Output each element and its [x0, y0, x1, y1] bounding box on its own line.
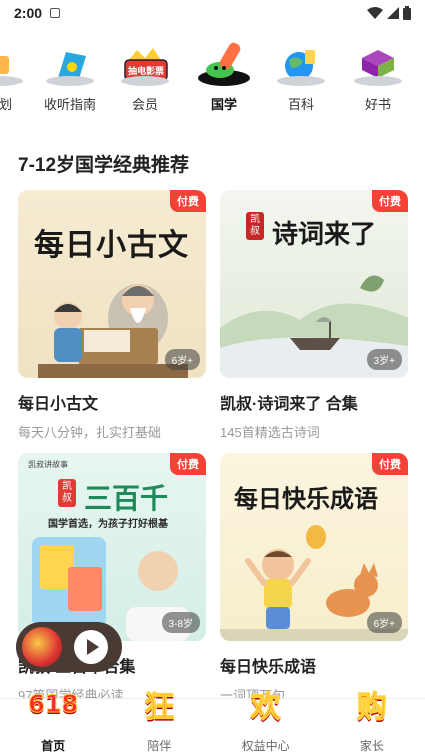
encyclopedia-icon	[271, 38, 331, 88]
nav-item-benefits[interactable]: 欢 权益中心	[213, 690, 319, 755]
content-card[interactable]: 每日快乐成语 付费 6岁+ 每日快乐成语 一词顶万句	[220, 453, 408, 704]
age-badge: 6岁+	[164, 349, 200, 370]
category-item-member[interactable]: 抽电影票 会员	[108, 38, 182, 113]
status-icons	[367, 6, 411, 20]
paid-badge: 付费	[170, 190, 206, 212]
category-nav: 计划 收听指南 抽电影票 会员 国学 百科 好书	[0, 38, 425, 116]
section-title: 7-12岁国学经典推荐	[18, 155, 190, 176]
age-badge: 3-8岁	[161, 612, 200, 633]
category-label: 国学	[210, 97, 237, 112]
cover-subtitle: 国学首选，为孩子打好根基	[48, 519, 168, 530]
paid-badge: 付费	[372, 453, 408, 475]
nav-label: 家长	[359, 739, 384, 753]
home-618-icon: 618	[28, 690, 79, 719]
sinology-icon	[194, 38, 254, 88]
card-title[interactable]: 每日快乐成语	[220, 653, 408, 677]
bottom-nav: 618 首页 狂 陪伴 欢 权益中心 购 家长	[0, 690, 425, 755]
nav-label: 首页	[41, 739, 66, 753]
parents-icon: 购	[356, 690, 387, 726]
listen-guide-icon	[40, 38, 100, 88]
card-cover[interactable]: 每日小古文 付费 6岁+	[18, 190, 206, 378]
signal-icon	[387, 7, 399, 19]
card-title[interactable]: 每日小古文	[18, 390, 206, 414]
category-label: 计划	[0, 97, 12, 112]
player-cover-art[interactable]	[22, 627, 62, 667]
status-bar: 2:00	[0, 0, 425, 26]
nav-item-parents[interactable]: 购 家长	[319, 690, 425, 755]
cover-title: 每日小古文	[34, 228, 189, 263]
status-time: 2:00	[14, 5, 43, 21]
wifi-icon	[367, 7, 383, 19]
content-card[interactable]: 每日小古文 付费 6岁+ 每日小古文 每天八分钟，扎实打基础	[18, 190, 206, 441]
card-description: 145首精选古诗词	[220, 425, 320, 440]
companion-icon: 狂	[144, 690, 175, 726]
cover-tag: 凯叔	[58, 479, 76, 507]
battery-icon	[403, 6, 411, 20]
age-badge: 3岁+	[366, 349, 402, 370]
category-item-encyclopedia[interactable]: 百科	[264, 38, 338, 113]
paid-badge: 付费	[170, 453, 206, 475]
card-description: 每天八分钟，扎实打基础	[18, 425, 162, 440]
card-cover[interactable]: 凯叔讲故事 凯叔 三百千 国学首选，为孩子打好根基 付费 3-8岁	[18, 453, 206, 641]
category-item-listen-guide[interactable]: 收听指南	[33, 38, 107, 113]
plan-icon	[0, 38, 29, 88]
benefits-icon: 欢	[250, 690, 281, 726]
mini-player[interactable]	[16, 622, 122, 672]
good-books-icon	[348, 38, 408, 88]
cover-tag: 凯叔	[246, 212, 264, 240]
nav-item-companion[interactable]: 狂 陪伴	[106, 690, 212, 755]
notification-icon	[50, 8, 61, 18]
category-label: 百科	[287, 97, 314, 112]
member-badge: 抽电影票	[127, 66, 164, 76]
card-cover[interactable]: 每日快乐成语 付费 6岁+	[220, 453, 408, 641]
cover-title: 每日快乐成语	[234, 484, 378, 513]
paid-badge: 付费	[372, 190, 408, 212]
cover-title: 三百千	[84, 482, 169, 515]
cover-brand: 凯叔讲故事	[28, 460, 68, 469]
play-icon	[87, 639, 99, 655]
play-button[interactable]	[74, 630, 108, 664]
cover-title: 诗词来了	[272, 220, 377, 250]
card-title[interactable]: 凯叔·诗词来了 合集	[220, 390, 408, 414]
nav-item-home[interactable]: 618 首页	[0, 690, 106, 755]
card-cover[interactable]: 凯叔 诗词来了 付费 3岁+	[220, 190, 408, 378]
category-label: 好书	[364, 97, 391, 112]
member-icon: 抽电影票	[115, 38, 175, 88]
category-label: 收听指南	[43, 97, 96, 112]
nav-label: 陪伴	[147, 739, 172, 753]
nav-label: 权益中心	[241, 739, 290, 753]
age-badge: 6岁+	[366, 612, 402, 633]
content-card[interactable]: 凯叔 诗词来了 付费 3岁+ 凯叔·诗词来了 合集 145首精选古诗词	[220, 190, 408, 441]
category-item-sinology[interactable]: 国学	[187, 38, 261, 113]
category-item-plan[interactable]: 计划	[0, 38, 36, 113]
category-item-good-books[interactable]: 好书	[341, 38, 415, 113]
category-label: 会员	[131, 97, 158, 112]
